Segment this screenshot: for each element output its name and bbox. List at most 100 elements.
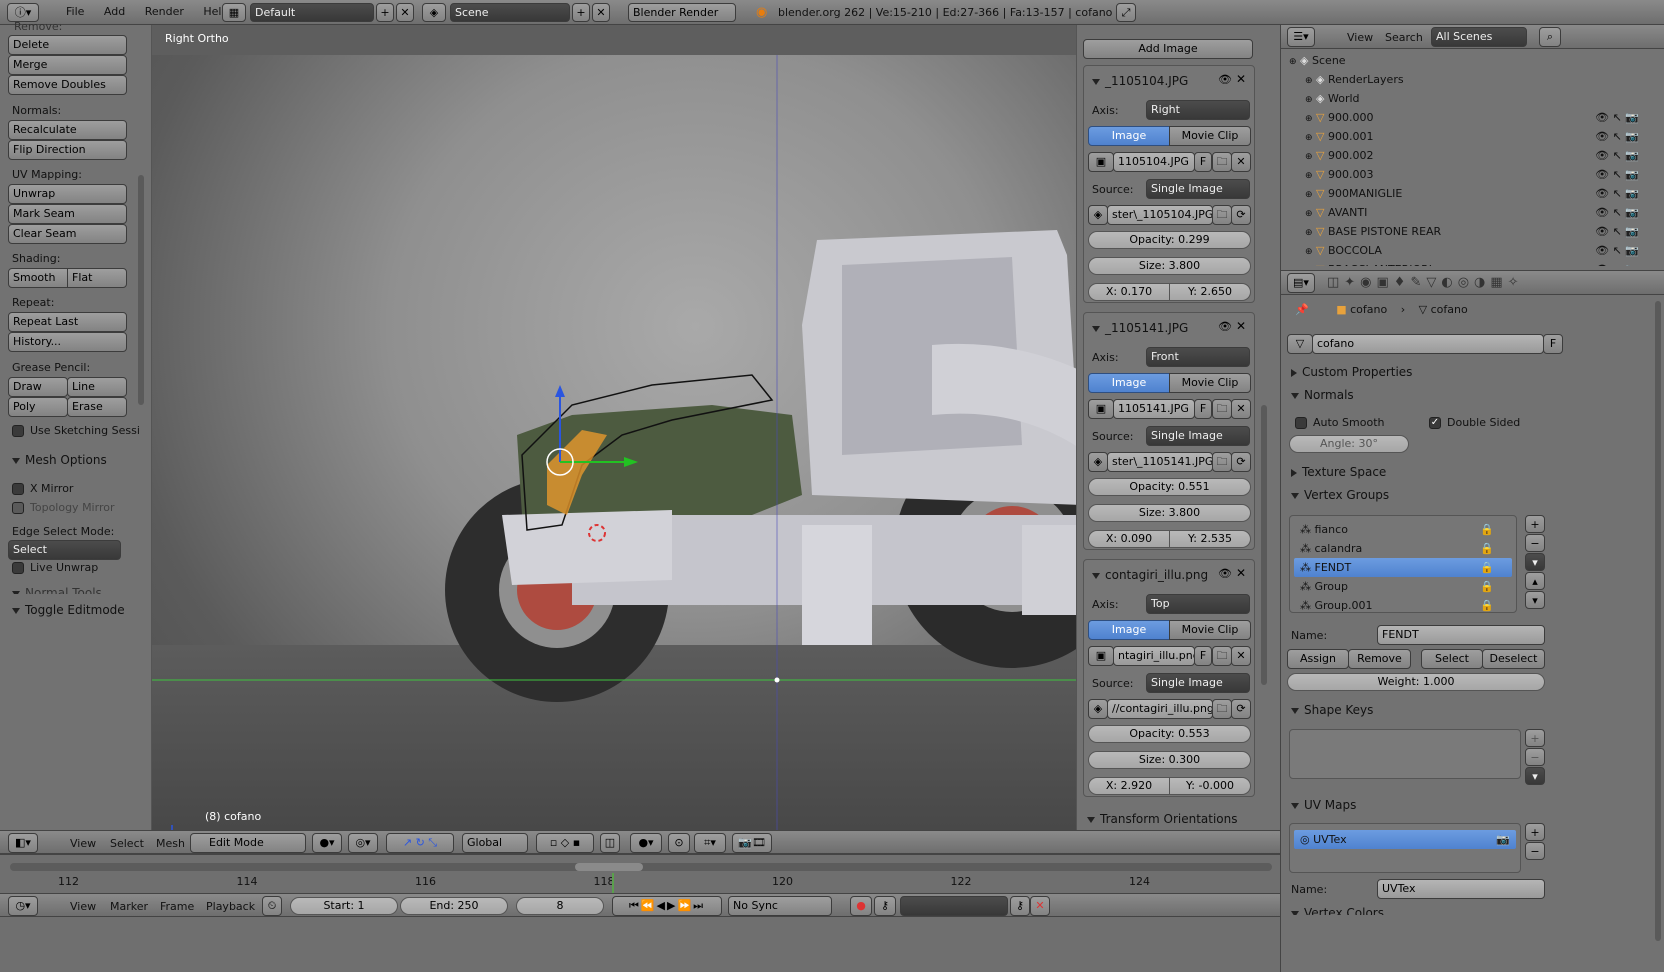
timeline-playback-menu[interactable]: Playback (206, 900, 255, 913)
expand-icon[interactable]: ⊕ (1305, 114, 1313, 124)
custom-properties-header[interactable]: Custom Properties (1291, 365, 1412, 379)
expand-icon[interactable]: ⊕ (1305, 209, 1313, 219)
expand-icon[interactable]: ⊕ (1305, 247, 1313, 257)
outliner-search-menu[interactable]: Search (1385, 31, 1423, 44)
expand-icon[interactable]: ⊕ (1289, 57, 1297, 67)
filepath-browse-icon[interactable]: 🗀 (1212, 205, 1232, 225)
image-unlink-icon[interactable]: ✕ (1231, 152, 1251, 172)
x-mirror-checkbox[interactable]: X Mirror (12, 482, 73, 495)
context-tabs[interactable]: ◫✦◉▣♦✎▽◐◎◑▦✧ (1327, 275, 1524, 290)
add-image-button[interactable]: Add Image (1083, 39, 1253, 59)
opacity-slider[interactable]: Opacity: 0.553 (1088, 725, 1251, 743)
frame-ruler[interactable]: 112 114 116 118 120 122 124 (0, 873, 1280, 893)
filepath-field[interactable]: //contagiri_illu.png (1107, 699, 1213, 719)
flat-button[interactable]: Flat (67, 268, 127, 288)
row-restrict-icons[interactable]: 👁 ↖ 📷 (1595, 165, 1639, 184)
playback-controls[interactable]: ⏮⏪◀▶⏩⏭ (612, 896, 722, 916)
outliner-editor-type-button[interactable]: ☰▾ (1287, 27, 1315, 47)
pin-icon[interactable]: 📌 (1295, 303, 1309, 316)
vg-select-button[interactable]: Select (1421, 649, 1483, 669)
view3d-select-menu[interactable]: Select (110, 837, 144, 850)
outliner-row[interactable]: ⊕ ▽ 900.001 👁 ↖ 📷 (1281, 127, 1664, 146)
toolshelf-scrollbar[interactable] (138, 175, 144, 405)
filepath-icon[interactable]: ◈ (1088, 205, 1108, 225)
vg-remove-button[interactable]: − (1525, 534, 1545, 552)
outliner-row[interactable]: ⊕ ◈ World (1281, 89, 1664, 108)
vertex-group-row[interactable]: ⁂ FENDT 🔒 (1294, 558, 1512, 577)
viewport-3d[interactable]: Right Ortho (8) cofano (152, 25, 1136, 880)
lock-icon[interactable]: 🔒 (1480, 520, 1494, 539)
source-select[interactable]: Single Image (1146, 179, 1250, 199)
source-select[interactable]: Single Image (1146, 673, 1250, 693)
expand-icon[interactable]: ⊕ (1305, 152, 1313, 162)
auto-smooth-checkbox[interactable]: Auto Smooth (1295, 416, 1384, 429)
recalculate-button[interactable]: Recalculate (8, 120, 127, 140)
edge-select-mode-select[interactable]: Select (8, 540, 121, 560)
filepath-browse-icon[interactable]: 🗀 (1212, 699, 1232, 719)
menu-render[interactable]: Render (145, 5, 184, 18)
opacity-slider[interactable]: Opacity: 0.299 (1088, 231, 1251, 249)
visibility-eye-icon[interactable]: 👁 (1218, 567, 1232, 580)
row-restrict-icons[interactable]: 👁 ↖ 📷 (1595, 127, 1639, 146)
scene-icon[interactable]: ◈ (422, 3, 446, 22)
uv-maps-header[interactable]: UV Maps (1291, 798, 1356, 812)
menu-add[interactable]: Add (104, 5, 125, 18)
image-open-folder-icon[interactable]: 🗀 (1212, 399, 1232, 419)
row-restrict-icons[interactable]: 👁 ↖ 📷 (1595, 203, 1639, 222)
toggle-editmode-header[interactable]: Toggle Editmode (12, 603, 125, 617)
display-scenes-select[interactable]: All Scenes (1431, 27, 1527, 47)
size-field[interactable]: Size: 3.800 (1088, 504, 1251, 522)
lock-icon[interactable]: 🔒 (1480, 577, 1494, 596)
normal-tools-header[interactable]: Normal Tools (12, 586, 102, 594)
remove-bg-image-icon[interactable]: ✕ (1236, 566, 1246, 580)
select-mode-buttons[interactable]: ▫ ◇ ▪ (536, 833, 594, 853)
merge-button[interactable]: Merge (8, 55, 127, 75)
expand-icon[interactable]: ⊕ (1305, 76, 1313, 86)
expand-icon[interactable]: ⊕ (1305, 171, 1313, 181)
record-button[interactable]: ● (850, 896, 872, 916)
row-restrict-icons[interactable]: 👁 ↖ 📷 (1595, 260, 1639, 266)
shape-keys-header[interactable]: Shape Keys (1291, 703, 1373, 717)
gp-line-button[interactable]: Line (67, 377, 127, 397)
scene-field[interactable]: Scene (450, 3, 570, 22)
vg-remove-from-button[interactable]: Remove (1348, 649, 1411, 669)
image-name-field[interactable]: 1105141.JPG (1113, 399, 1195, 419)
properties-scrollbar[interactable] (1655, 301, 1661, 941)
row-restrict-icons[interactable]: 👁 ↖ 📷 (1595, 241, 1639, 260)
outliner-row[interactable]: ⊕ ▽ AVANTI 👁 ↖ 📷 (1281, 203, 1664, 222)
uv-remove-button[interactable]: − (1525, 842, 1545, 860)
vg-move-down-button[interactable]: ▾ (1525, 591, 1545, 609)
opacity-slider[interactable]: Opacity: 0.551 (1088, 478, 1251, 496)
vg-name-field[interactable]: FENDT (1377, 625, 1545, 645)
scene-close-button[interactable]: ✕ (592, 3, 610, 22)
timeline-scroll-thumb[interactable] (575, 863, 643, 871)
shape-key-list[interactable] (1289, 729, 1521, 779)
vg-assign-button[interactable]: Assign (1287, 649, 1349, 669)
repeat-last-button[interactable]: Repeat Last (8, 312, 127, 332)
bg-image-header[interactable]: _1105104.JPG (1092, 74, 1188, 88)
y-offset-field[interactable]: Y: 2.535 (1169, 530, 1251, 548)
vertex-group-row[interactable]: ⁂ Group 🔒 (1294, 577, 1512, 596)
pivot-point-button[interactable]: ◎▾ (348, 833, 378, 853)
outliner-row[interactable]: ⊕ ▽ BRACCI ANTERIORI👁 ↖ 📷 (1281, 260, 1664, 266)
sketching-checkbox[interactable]: Use Sketching Sessi (12, 424, 140, 437)
axis-select[interactable]: Front (1146, 347, 1250, 367)
bg-image-header[interactable]: contagiri_illu.png (1092, 568, 1208, 582)
row-restrict-icons[interactable]: 👁 ↖ 📷 (1595, 146, 1639, 165)
vg-deselect-button[interactable]: Deselect (1482, 649, 1545, 669)
remove-doubles-button[interactable]: Remove Doubles (8, 75, 127, 95)
lock-icon[interactable]: 🔒 (1480, 558, 1494, 577)
image-unlink-icon[interactable]: ✕ (1231, 646, 1251, 666)
outliner-row[interactable]: ⊕ ◈ Scene (1281, 51, 1664, 70)
view3d-view-menu[interactable]: View (70, 837, 96, 850)
image-name-field[interactable]: 1105104.JPG (1113, 152, 1195, 172)
vertex-group-row[interactable]: ⁂ fianco 🔒 (1294, 520, 1512, 539)
gp-poly-button[interactable]: Poly (8, 397, 68, 417)
keying-set-button[interactable]: ⚷ (874, 896, 896, 916)
layout-field[interactable]: Default (250, 3, 374, 22)
expand-icon[interactable]: ⊕ (1305, 133, 1313, 143)
image-tab[interactable]: Image (1088, 373, 1170, 393)
double-sided-checkbox[interactable]: ✓ Double Sided (1429, 416, 1520, 429)
uv-map-list[interactable]: ◎ UVTex 📷 (1289, 823, 1521, 873)
scene-add-button[interactable]: + (572, 3, 590, 22)
